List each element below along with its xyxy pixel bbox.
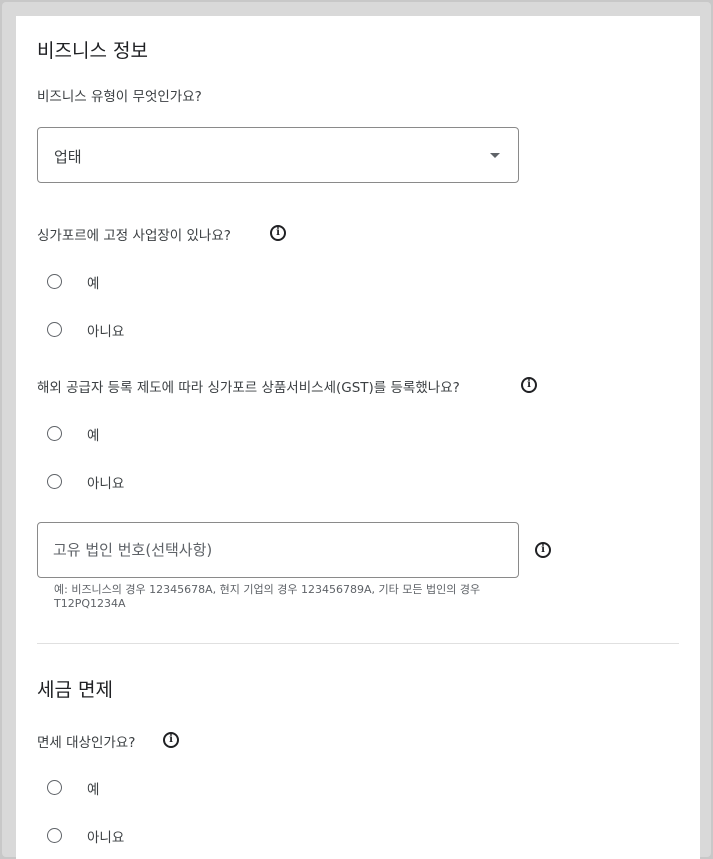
tax-exempt-radio-no[interactable] [47, 828, 62, 843]
section-divider [37, 643, 679, 644]
fixed-place-option-yes-label: 예 [87, 276, 100, 292]
gst-question: 해외 공급자 등록 제도에 따라 싱가포르 상품서비스세(GST)를 등록했나요… [37, 380, 460, 396]
fixed-place-radio-no[interactable] [47, 322, 62, 337]
section-title-tax-exemption: 세금 면제 [37, 679, 113, 701]
info-icon[interactable]: i [535, 542, 551, 558]
business-type-question: 비즈니스 유형이 무엇인가요? [37, 89, 202, 105]
uen-helper-text: 예: 비즈니스의 경우 12345678A, 현지 기업의 경우 1234567… [54, 583, 481, 610]
tax-exempt-option-yes-label: 예 [87, 782, 100, 798]
uen-input[interactable] [53, 539, 493, 561]
tax-exempt-option-no-label: 아니요 [87, 830, 125, 846]
arrow-drop-down-icon [490, 153, 500, 158]
tax-exempt-question: 면세 대상인가요? [37, 735, 136, 751]
fixed-place-question: 싱가포르에 고정 사업장이 있나요? [37, 228, 231, 244]
info-icon[interactable]: i [270, 225, 286, 241]
gst-radio-yes[interactable] [47, 426, 62, 441]
info-icon[interactable]: i [521, 377, 537, 393]
info-icon[interactable]: i [163, 732, 179, 748]
fixed-place-radio-yes[interactable] [47, 274, 62, 289]
uen-field[interactable] [37, 522, 519, 578]
gst-option-no-label: 아니요 [87, 476, 125, 492]
gst-option-yes-label: 예 [87, 428, 100, 444]
business-type-selected-value: 업태 [54, 148, 82, 166]
section-title-business-info: 비즈니스 정보 [37, 40, 148, 62]
fixed-place-option-no-label: 아니요 [87, 324, 125, 340]
tax-exempt-radio-yes[interactable] [47, 780, 62, 795]
window-frame: 비즈니스 정보 비즈니스 유형이 무엇인가요? 업태 싱가포르에 고정 사업장이… [2, 2, 711, 859]
form-card: 비즈니스 정보 비즈니스 유형이 무엇인가요? 업태 싱가포르에 고정 사업장이… [16, 16, 700, 859]
gst-radio-no[interactable] [47, 474, 62, 489]
business-type-select[interactable]: 업태 [37, 127, 519, 183]
